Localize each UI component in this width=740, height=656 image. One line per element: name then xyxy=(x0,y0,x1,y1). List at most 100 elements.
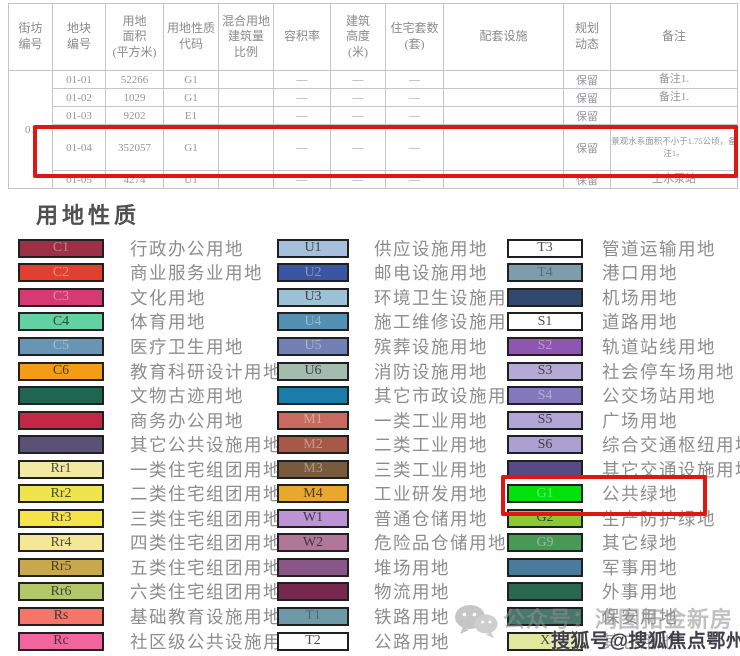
legend-label: 六类住宅组团用地 xyxy=(130,582,282,603)
header-far: 容积率 xyxy=(273,3,331,71)
cell-area: 4274 xyxy=(105,170,164,189)
legend-swatch: W1 xyxy=(277,508,349,528)
legend-row: M2 二类工业用地 xyxy=(277,432,526,457)
legend-code: Rc xyxy=(53,633,69,649)
legend-row: G1 公共绿地 xyxy=(507,481,740,506)
cell-far: — xyxy=(273,170,331,189)
header-plot-no: 地块 编号 xyxy=(52,3,106,71)
legend-label: 五类住宅组团用地 xyxy=(130,557,282,578)
legend-label: 商务办公用地 xyxy=(130,410,244,431)
legend-label: 三类住宅组团用地 xyxy=(130,508,282,529)
legend-code: U6 xyxy=(304,363,322,378)
cell-facilities xyxy=(443,124,564,171)
cell-remarks: 景观水系面积不小于1.75公顷，备注1。 xyxy=(610,124,738,171)
legend-title: 用地性质 xyxy=(36,203,141,228)
legend-code: C5 xyxy=(52,338,70,354)
legend-swatch xyxy=(18,435,104,455)
header-planning-status: 规划 动态 xyxy=(563,3,611,71)
legend-swatch xyxy=(277,386,349,406)
cell-use-code: G1 xyxy=(163,88,219,107)
legend-code: S2 xyxy=(537,338,553,354)
cell-unit-count: — xyxy=(385,170,444,189)
legend-swatch xyxy=(277,582,349,602)
legend-swatch xyxy=(507,582,583,602)
legend-row: S2 轨道站线用地 xyxy=(507,334,740,359)
legend-label: 行政办公用地 xyxy=(130,238,244,259)
legend-row: S6 综合交通枢纽用地 xyxy=(507,432,740,457)
legend-swatch: U2 xyxy=(277,263,349,283)
table-row-01-01: 01 01-01 52266 G1— — — 保留 备注1. xyxy=(8,70,738,189)
legend-swatch: Rr6 xyxy=(18,582,104,602)
legend-label: 供应设施用地 xyxy=(374,238,488,259)
legend-swatch: U1 xyxy=(277,238,349,258)
table-row-01-02: 01-02 1029 G1— — — 保留 备注1. xyxy=(9,88,738,107)
legend-row: U5 殡葬设施用地 xyxy=(277,334,526,359)
legend-swatch: U3 xyxy=(277,287,349,307)
legend-swatch: C2 xyxy=(18,263,104,283)
legend-swatch: M1 xyxy=(277,410,349,430)
legend-swatch: U5 xyxy=(277,336,349,356)
legend-row: S4 公交场站用地 xyxy=(507,383,740,408)
cell-facilities xyxy=(443,170,564,189)
cell-mix-ratio xyxy=(218,70,274,89)
cell-facilities xyxy=(443,70,564,89)
legend-label: 物流用地 xyxy=(374,582,450,603)
legend-swatch: Rr4 xyxy=(18,533,104,553)
legend-swatch: Rr2 xyxy=(18,484,104,504)
legend-label: 三类工业用地 xyxy=(374,459,488,480)
legend-code: Rr5 xyxy=(50,559,72,575)
table-head: 街坊 编号 地块 编号 用地 面积 (平方米) 用地性质 代码 混合用地 建筑量 比例容… xyxy=(8,3,738,71)
header-remarks: 备注 xyxy=(610,3,738,71)
legend-code: Rr2 xyxy=(50,485,72,501)
legend-swatch: T4 xyxy=(507,263,583,283)
legend-swatch: S1 xyxy=(507,312,583,332)
legend-swatch: M4 xyxy=(277,484,349,504)
cell-remarks: 备注1. xyxy=(610,70,738,89)
legend-swatch: G1 xyxy=(507,484,583,504)
legend-label: 消防设施用地 xyxy=(374,361,488,382)
legend-row: U3 环境卫生设施用地 xyxy=(277,285,526,310)
legend-label: 其它市政设施用地 xyxy=(374,386,526,407)
cell-building-height: — xyxy=(330,170,386,189)
legend-row: 其它交通设施用地 xyxy=(507,457,740,482)
legend-row: 机场用地 xyxy=(507,285,740,310)
legend-code: S4 xyxy=(537,387,553,403)
legend-code: C1 xyxy=(52,240,70,256)
legend-label: 四类住宅组团用地 xyxy=(130,533,282,554)
legend-code: T3 xyxy=(537,240,553,256)
legend-row: M3 三类工业用地 xyxy=(277,457,526,482)
legend-code: S5 xyxy=(537,412,553,428)
legend-row: Rs 基础教育设施用地 xyxy=(18,604,301,629)
legend-row: 其它市政设施用地 xyxy=(277,383,526,408)
table-row-01-05: 01-05 4274 U1— — — 保留 上水泵站 xyxy=(9,170,738,189)
cell-use-code: U1 xyxy=(163,170,219,189)
legend-swatch: Rr1 xyxy=(18,459,104,479)
cell-mix-ratio xyxy=(218,88,274,107)
legend-code: Rr4 xyxy=(50,534,72,550)
legend-swatch xyxy=(507,557,583,577)
legend-label: 一类住宅组团用地 xyxy=(130,459,282,480)
header-area: 用地 面积 (平方米) xyxy=(105,3,164,71)
legend-row: 文物古迹用地 xyxy=(18,383,301,408)
header-building-height: 建筑 高度 (米) xyxy=(330,3,386,71)
legend-code: Rr6 xyxy=(50,583,72,599)
legend-swatch: G9 xyxy=(507,533,583,553)
legend-label: 公共绿地 xyxy=(602,484,678,505)
legend-row: Rr4 四类住宅组团用地 xyxy=(18,531,301,556)
legend-row: C4 体育用地 xyxy=(18,310,301,335)
legend-code: U1 xyxy=(304,240,322,256)
legend-row: Rr2 二类住宅组团用地 xyxy=(18,481,301,506)
scanned-planning-document: 街坊 编号 地块 编号 用地 面积 (平方米) 用地性质 代码 混合用地 建筑量 比例容… xyxy=(0,0,740,656)
legend-swatch: T2 xyxy=(277,631,349,651)
legend-code: T4 xyxy=(537,264,553,280)
legend-code: U3 xyxy=(304,289,322,305)
cell-unit-count: — xyxy=(385,106,444,125)
legend-swatch: S5 xyxy=(507,410,583,430)
cell-plot-no: 01-03 xyxy=(52,106,106,125)
legend-row: C6 教育科研设计用地 xyxy=(18,359,301,384)
legend-swatch: C4 xyxy=(18,312,104,332)
legend-row: 商务办公用地 xyxy=(18,408,301,433)
legend-label: 商业服务业用地 xyxy=(130,263,263,284)
wechat-icon xyxy=(453,602,499,640)
cell-planning-status: 保留 xyxy=(563,106,611,125)
